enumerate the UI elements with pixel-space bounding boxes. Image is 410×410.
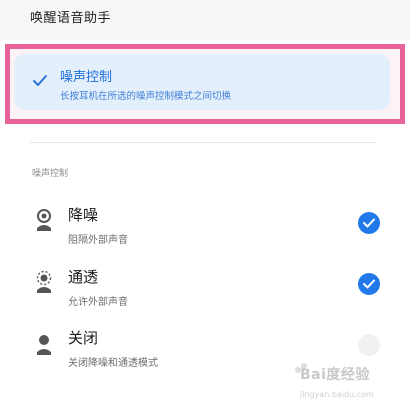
option-subtitle-transparency: 允许外部声音 (68, 297, 128, 308)
radio-unchecked[interactable] (358, 334, 380, 356)
off-mode-icon (37, 335, 51, 355)
check-icon (33, 75, 47, 86)
noise-cancel-icon (37, 209, 51, 231)
option-title-transparency: 通透 (68, 268, 99, 286)
wake-assistant-row[interactable]: 唤醒语音助手 (0, 0, 410, 40)
divider (30, 142, 376, 143)
option-title-off: 关闭 (68, 329, 99, 347)
noise-control-option-subtitle: 长按耳机在所选的噪声控制模式之间切换 (60, 91, 232, 102)
option-subtitle-noise-cancel: 阻隔外部声音 (68, 235, 128, 246)
radio-checked-icon[interactable] (358, 212, 380, 234)
radio-checked-icon[interactable] (358, 273, 380, 295)
wake-assistant-label: 唤醒语音助手 (30, 11, 112, 26)
watermark-text: Bai度经验 (300, 367, 370, 383)
option-subtitle-off: 关闭降噪和通透模式 (68, 358, 158, 369)
noise-control-option-title: 噪声控制 (60, 70, 113, 85)
watermark-url: jingyan.baidu.com (300, 390, 374, 399)
section-label-noise-control: 噪声控制 (32, 169, 69, 179)
option-title-noise-cancel: 降噪 (68, 206, 99, 224)
transparency-icon (36, 270, 52, 293)
